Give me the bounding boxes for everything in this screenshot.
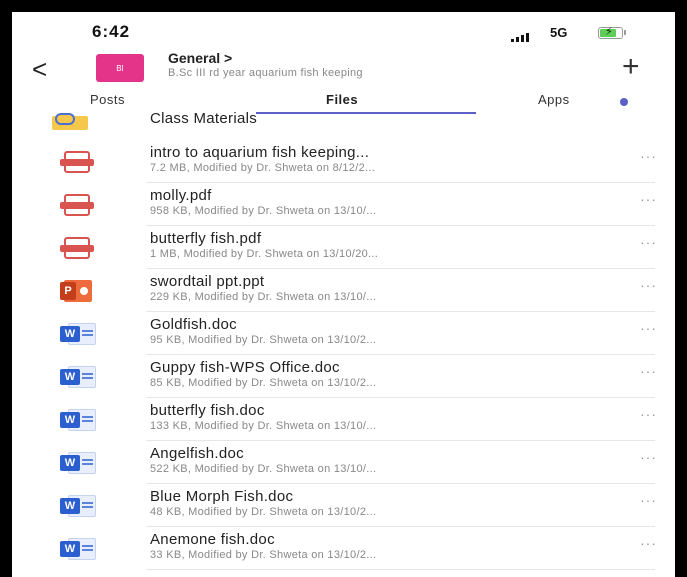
more-options-icon[interactable]: ···: [640, 535, 657, 551]
file-name: butterfly fish.doc: [150, 402, 265, 419]
more-options-icon[interactable]: ···: [640, 449, 657, 465]
more-options-icon[interactable]: ···: [640, 277, 657, 293]
signal-icon: [511, 32, 529, 42]
tab-apps[interactable]: Apps: [538, 92, 570, 107]
file-name: Anemone fish.doc: [150, 531, 275, 548]
folder-row[interactable]: Class Materials: [12, 108, 675, 138]
network-label: 5G: [550, 25, 568, 40]
more-options-icon[interactable]: ···: [640, 234, 657, 250]
file-meta: 1 MB, Modified by Dr. Shweta on 13/10/20…: [150, 248, 379, 260]
channel-title[interactable]: General >: [168, 50, 232, 66]
file-row[interactable]: W Angelfish.doc 522 KB, Modified by Dr. …: [12, 441, 675, 484]
word-file-icon: W: [60, 452, 96, 476]
ppt-file-icon: P: [60, 280, 96, 304]
phone-screen: 6:42 5G ⚡ < BI General > B.Sc III rd yea…: [0, 0, 687, 577]
file-name: Angelfish.doc: [150, 445, 244, 462]
file-name: molly.pdf: [150, 187, 212, 204]
pdf-file-icon: [60, 237, 96, 261]
file-row[interactable]: P swordtail ppt.ppt 229 KB, Modified by …: [12, 269, 675, 312]
more-options-icon[interactable]: ···: [640, 492, 657, 508]
battery-tip: [624, 30, 626, 35]
file-row[interactable]: W butterfly fish.doc 133 KB, Modified by…: [12, 398, 675, 441]
file-row[interactable]: molly.pdf 958 KB, Modified by Dr. Shweta…: [12, 183, 675, 226]
tab-posts[interactable]: Posts: [90, 92, 125, 107]
word-file-icon: W: [60, 409, 96, 433]
file-name: Guppy fish-WPS Office.doc: [150, 359, 340, 376]
file-meta: 95 KB, Modified by Dr. Shweta on 13/10/2…: [150, 334, 377, 346]
file-name: Blue Morph Fish.doc: [150, 488, 294, 505]
file-name: swordtail ppt.ppt: [150, 273, 265, 290]
more-options-icon[interactable]: ···: [640, 363, 657, 379]
file-meta: 7.2 MB, Modified by Dr. Shweta on 8/12/2…: [150, 162, 376, 174]
file-meta: 33 KB, Modified by Dr. Shweta on 13/10/2…: [150, 549, 377, 561]
back-button[interactable]: <: [32, 56, 47, 82]
file-row[interactable]: intro to aquarium fish keeping... 7.2 MB…: [12, 140, 675, 183]
battery-icon: ⚡: [598, 26, 623, 39]
file-meta: 48 KB, Modified by Dr. Shweta on 13/10/2…: [150, 506, 377, 518]
apps-notification-dot: [620, 98, 628, 106]
channel-avatar: BI: [96, 54, 144, 82]
status-time: 6:42: [92, 22, 131, 41]
more-options-icon[interactable]: ···: [640, 148, 657, 164]
file-meta: 522 KB, Modified by Dr. Shweta on 13/10/…: [150, 463, 377, 475]
word-file-icon: W: [60, 538, 96, 562]
file-row[interactable]: butterfly fish.pdf 1 MB, Modified by Dr.…: [12, 226, 675, 269]
channel-subtitle: B.Sc III rd year aquarium fish keeping: [168, 67, 363, 79]
file-meta: 133 KB, Modified by Dr. Shweta on 13/10/…: [150, 420, 377, 432]
file-meta: 229 KB, Modified by Dr. Shweta on 13/10/…: [150, 291, 377, 303]
file-name: intro to aquarium fish keeping...: [150, 144, 370, 161]
file-row[interactable]: W Anemone fish.doc 33 KB, Modified by Dr…: [12, 527, 675, 570]
file-name: Goldfish.doc: [150, 316, 237, 333]
word-file-icon: W: [60, 323, 96, 347]
more-options-icon[interactable]: ···: [640, 320, 657, 336]
word-file-icon: W: [60, 366, 96, 390]
tab-files[interactable]: Files: [326, 92, 358, 107]
file-name: butterfly fish.pdf: [150, 230, 262, 247]
file-meta: 958 KB, Modified by Dr. Shweta on 13/10/…: [150, 205, 377, 217]
pdf-file-icon: [60, 194, 96, 218]
file-row[interactable]: W Guppy fish-WPS Office.doc 85 KB, Modif…: [12, 355, 675, 398]
file-row[interactable]: W Goldfish.doc 95 KB, Modified by Dr. Sh…: [12, 312, 675, 355]
row-divider: [146, 569, 655, 570]
file-meta: 85 KB, Modified by Dr. Shweta on 13/10/2…: [150, 377, 377, 389]
pdf-file-icon: [60, 151, 96, 175]
status-bar: 6:42 5G ⚡: [12, 12, 675, 50]
file-row[interactable]: W Blue Morph Fish.doc 48 KB, Modified by…: [12, 484, 675, 527]
more-options-icon[interactable]: ···: [640, 406, 657, 422]
word-file-icon: W: [60, 495, 96, 519]
add-button[interactable]: +: [622, 52, 640, 82]
folder-link-icon: [52, 113, 88, 130]
folder-label: Class Materials: [150, 110, 258, 127]
more-options-icon[interactable]: ···: [640, 191, 657, 207]
